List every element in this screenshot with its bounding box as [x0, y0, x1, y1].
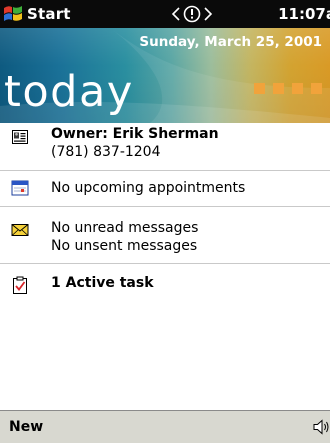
- command-bar: New: [0, 410, 330, 443]
- banner-squares: [254, 83, 322, 94]
- banner-date[interactable]: Sunday, March 25, 2001: [139, 34, 322, 50]
- calendar-text: No upcoming appointments: [51, 180, 246, 196]
- clock[interactable]: 11:07a: [278, 0, 330, 28]
- navigation-arrows-icon[interactable]: [170, 4, 214, 24]
- divider: [0, 206, 330, 207]
- envelope-icon: [11, 224, 29, 236]
- divider: [0, 170, 330, 171]
- owner-name: Owner: Erik Sherman: [51, 126, 219, 142]
- banner-square: [273, 83, 284, 94]
- banner-square: [254, 83, 265, 94]
- title-bar: Start 11:07a: [0, 0, 330, 28]
- tasks-text: 1 Active task: [51, 275, 154, 291]
- owner-card-icon: [12, 130, 28, 144]
- calendar-item[interactable]: No upcoming appointments: [0, 172, 330, 202]
- start-label: Start: [27, 5, 71, 23]
- owner-item[interactable]: Owner: Erik Sherman (781) 837-1204: [0, 124, 330, 168]
- task-clipboard-icon: [13, 276, 27, 294]
- banner-title: today: [4, 67, 134, 117]
- banner-square: [292, 83, 303, 94]
- owner-phone: (781) 837-1204: [51, 144, 161, 160]
- today-screen: Start 11:07a Sunday, March 25, 2001 toda…: [0, 0, 330, 443]
- unsent-messages-text: No unsent messages: [51, 238, 198, 254]
- speaker-icon[interactable]: [312, 418, 330, 436]
- calendar-icon: [11, 180, 29, 196]
- unread-messages-text: No unread messages: [51, 220, 199, 236]
- tasks-item[interactable]: 1 Active task: [0, 265, 330, 301]
- today-banner: Sunday, March 25, 2001 today: [0, 28, 330, 123]
- banner-square: [311, 83, 322, 94]
- messages-item[interactable]: No unread messages No unsent messages: [0, 208, 330, 260]
- divider: [0, 263, 330, 264]
- new-button[interactable]: New: [9, 411, 43, 443]
- start-button[interactable]: Start: [2, 0, 71, 28]
- windows-flag-icon: [2, 3, 24, 25]
